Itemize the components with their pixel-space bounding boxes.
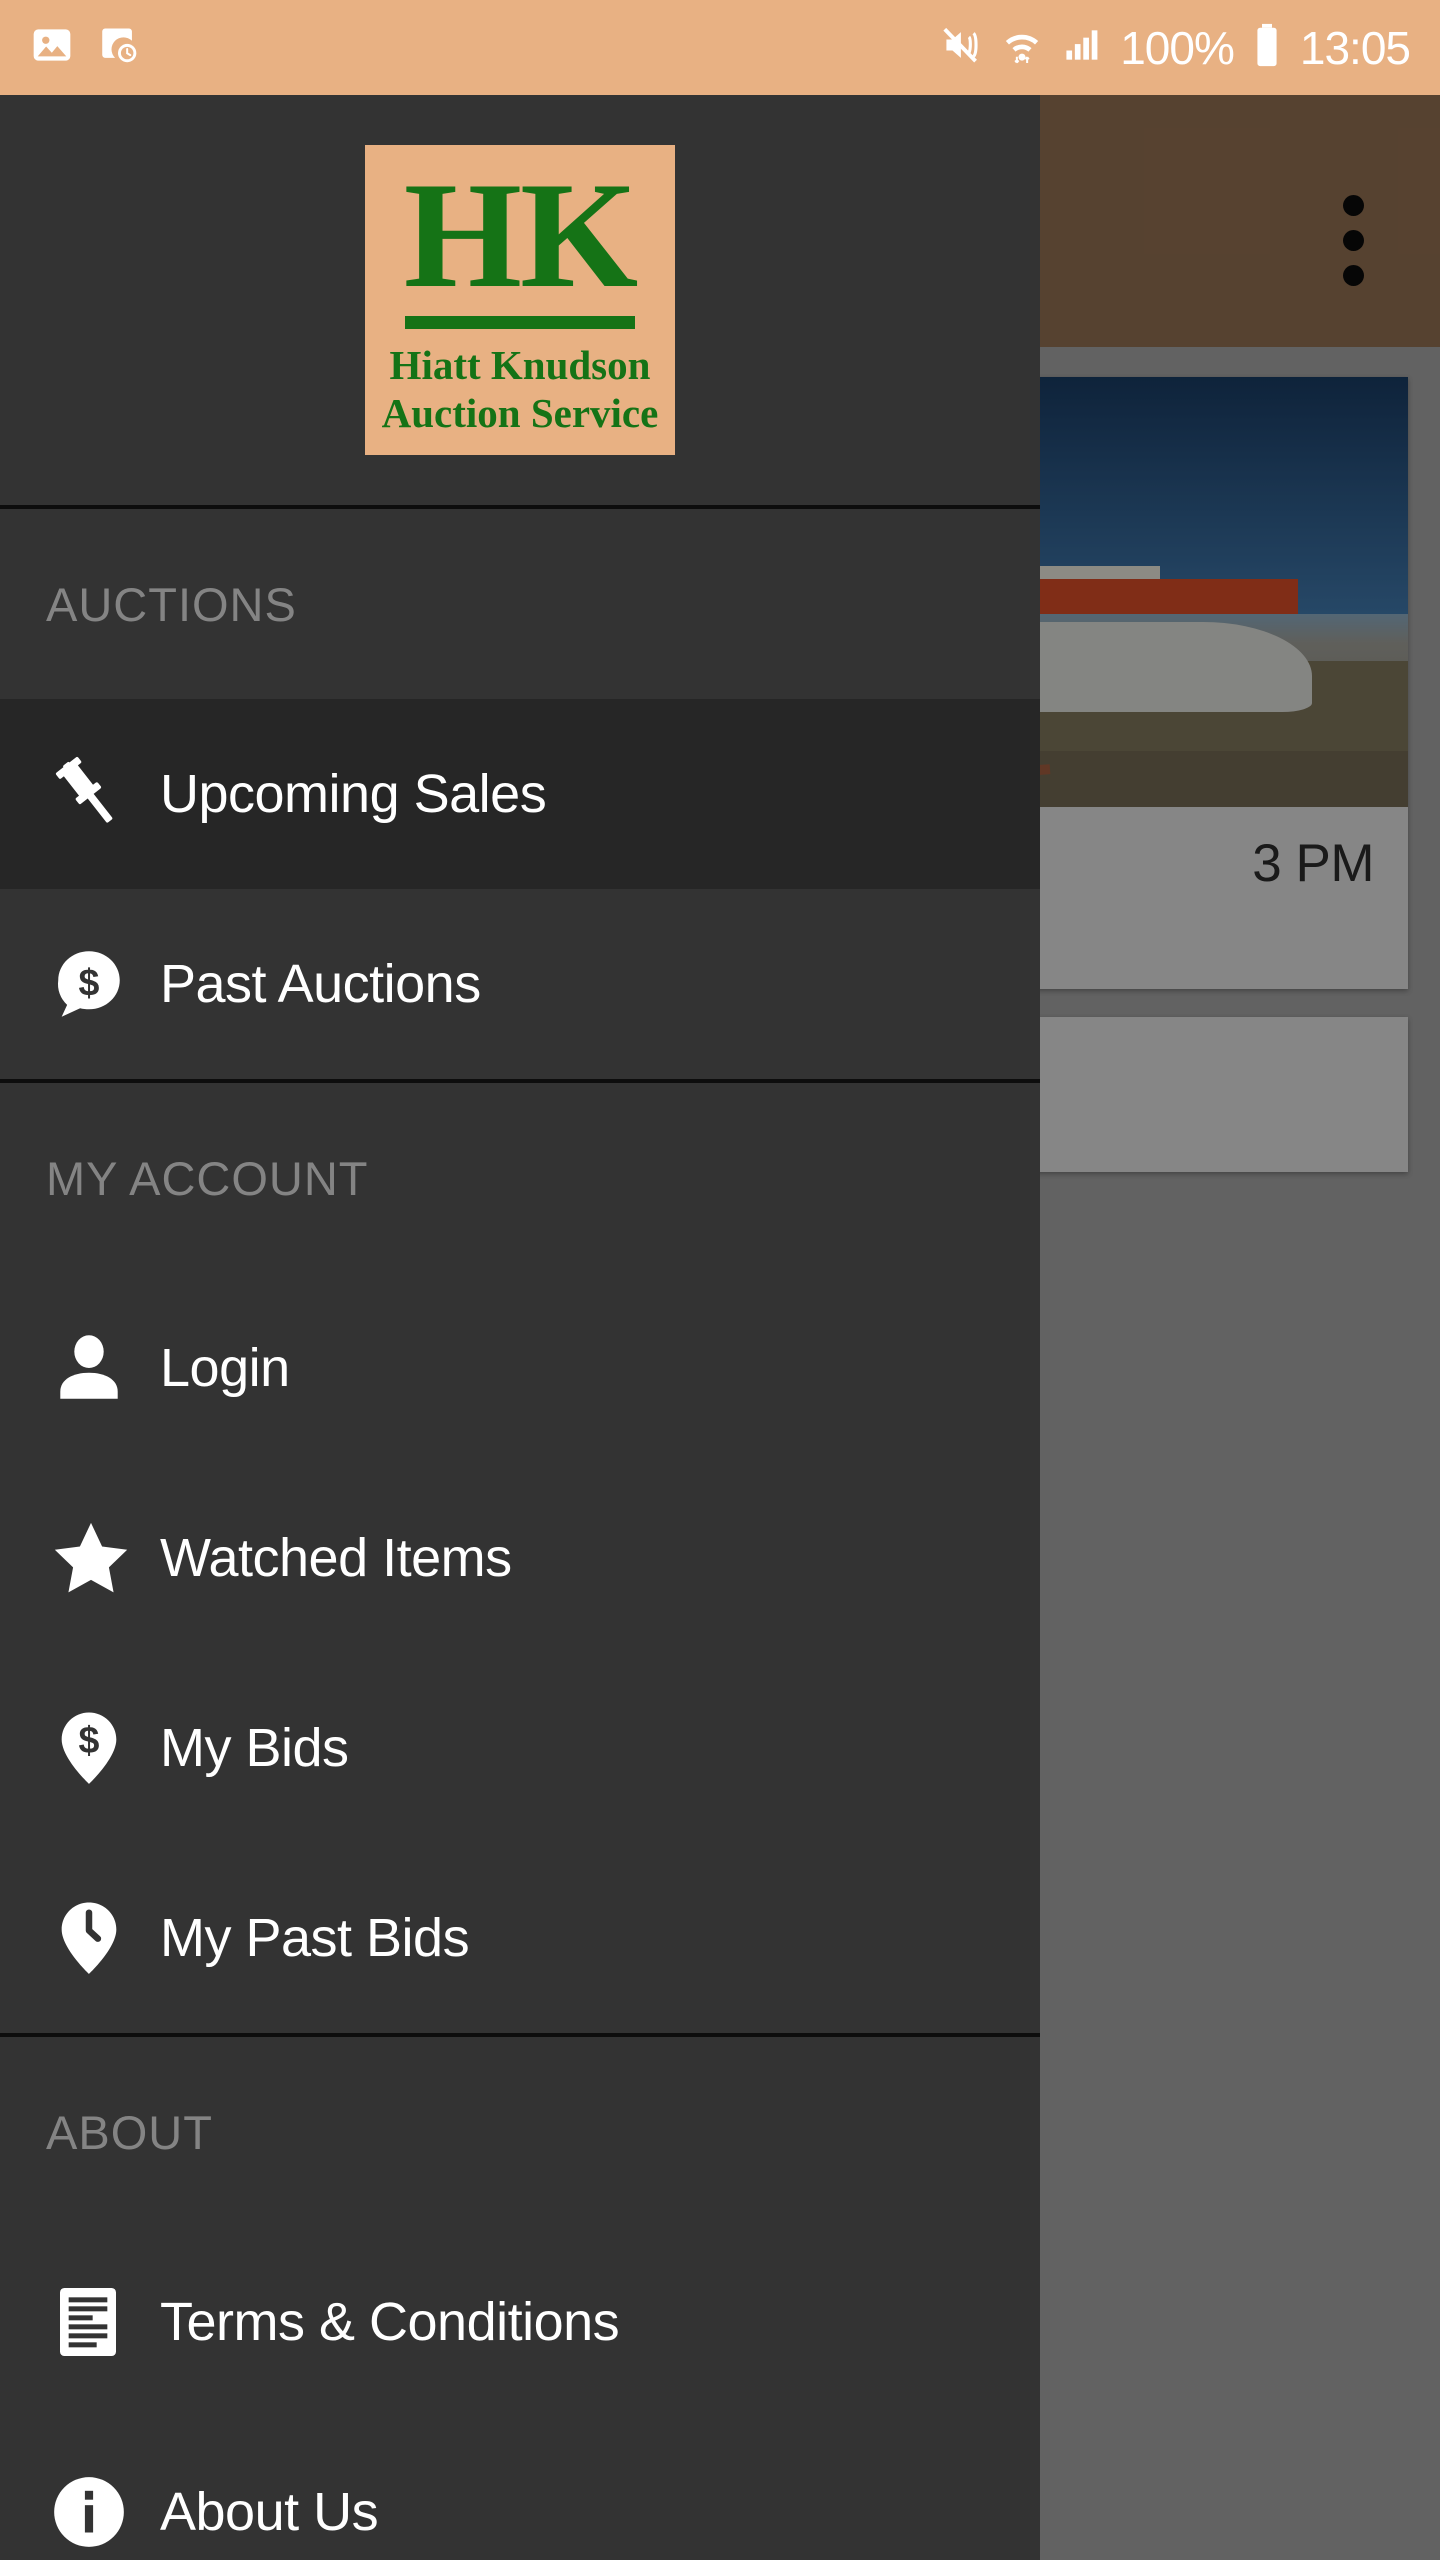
speech-bubble-dollar-icon: $: [48, 943, 160, 1025]
sidebar-item-label: Terms & Conditions: [160, 2292, 620, 2352]
battery-icon: [1250, 22, 1284, 73]
battery-percent-label: 100%: [1120, 21, 1235, 74]
sidebar-item-label: My Bids: [160, 1718, 349, 1778]
logo-initials: HK: [403, 151, 638, 320]
sidebar-item-about-us[interactable]: About Us: [0, 2417, 1040, 2560]
sidebar-item-label: Login: [160, 1338, 290, 1398]
sidebar-item-watched-items[interactable]: Watched Items: [0, 1463, 1040, 1653]
navigation-drawer: HK Hiatt Knudson Auction Service AUCTION…: [0, 95, 1040, 2560]
section-header-about: ABOUT: [46, 2105, 213, 2159]
gavel-icon: [48, 753, 160, 835]
status-bar-left-icons: [30, 23, 140, 72]
section-header-auctions: AUCTIONS: [46, 577, 297, 631]
wifi-icon: [1000, 23, 1044, 72]
sidebar-item-login[interactable]: Login: [0, 1273, 1040, 1463]
screen: 100% 13:05 3 PM HK Hiatt Knudson Auction…: [0, 0, 1440, 2560]
svg-text:$: $: [79, 1719, 100, 1761]
svg-text:$: $: [79, 961, 100, 1003]
star-icon: [48, 1515, 160, 1601]
device-clock-icon: [96, 23, 140, 72]
drawer-header: HK Hiatt Knudson Auction Service: [0, 95, 1040, 505]
sidebar-item-label: Upcoming Sales: [160, 764, 547, 824]
pin-clock-icon: [48, 1897, 160, 1979]
status-bar-right-icons: 100% 13:05: [940, 21, 1411, 75]
sidebar-item-terms-and-conditions[interactable]: Terms & Conditions: [0, 2227, 1040, 2417]
photo-notification-icon: [30, 23, 74, 72]
mute-vibrate-icon: [940, 23, 984, 72]
pin-dollar-icon: $: [48, 1707, 160, 1789]
clock-label: 13:05: [1299, 21, 1411, 74]
brand-logo: HK Hiatt Knudson Auction Service: [365, 145, 675, 455]
sidebar-item-label: Watched Items: [160, 1528, 512, 1588]
document-icon: [48, 2282, 160, 2362]
sidebar-item-my-bids[interactable]: $ My Bids: [0, 1653, 1040, 1843]
sidebar-item-label: My Past Bids: [160, 1908, 470, 1968]
sidebar-item-label: About Us: [160, 2482, 379, 2542]
section-header-my-account: MY ACCOUNT: [46, 1151, 369, 1205]
person-icon: [48, 1327, 160, 1409]
logo-line-2: Auction Service: [381, 390, 659, 437]
info-circle-icon: [48, 2471, 160, 2553]
cellular-signal-icon: [1060, 23, 1104, 72]
sidebar-item-label: Past Auctions: [160, 954, 481, 1014]
status-bar: 100% 13:05: [0, 0, 1440, 95]
logo-line-1: Hiatt Knudson: [389, 342, 651, 389]
sidebar-item-my-past-bids[interactable]: My Past Bids: [0, 1843, 1040, 2033]
sidebar-item-upcoming-sales[interactable]: Upcoming Sales: [0, 699, 1040, 889]
sidebar-item-past-auctions[interactable]: $ Past Auctions: [0, 889, 1040, 1079]
logo-divider-bar: [405, 316, 635, 330]
